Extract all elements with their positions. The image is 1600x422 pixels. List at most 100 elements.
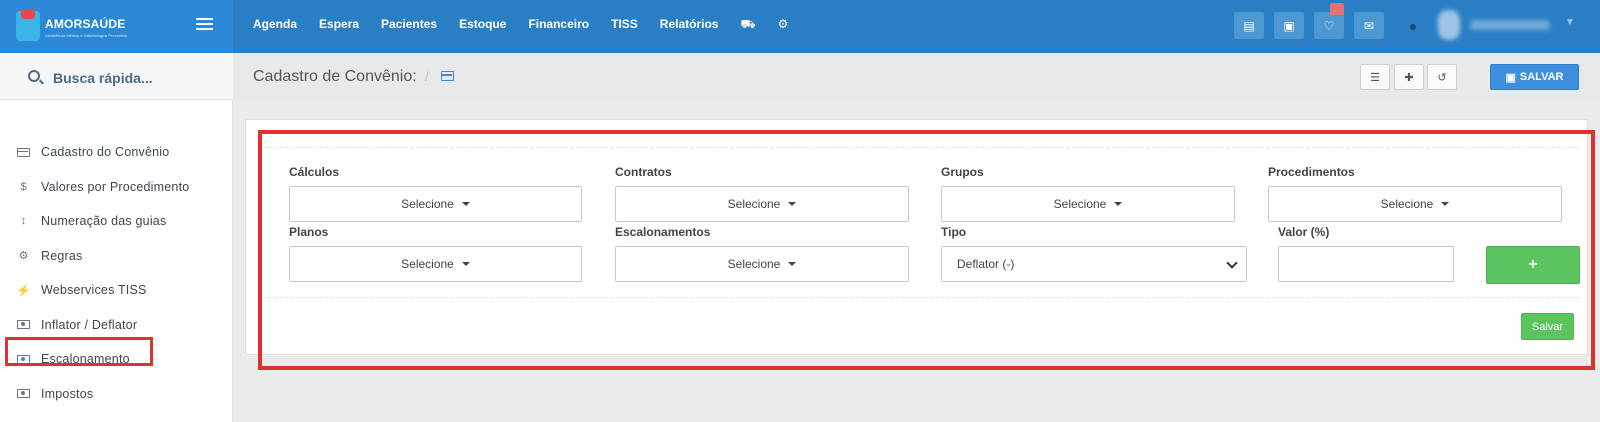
sort-numeric-icon: ↕ <box>20 215 27 228</box>
sidebar-item-regras[interactable]: ⚙ Regras <box>0 239 233 274</box>
sidebar-item-label: Cadastro do Convênio <box>41 145 170 160</box>
procedimentos-select[interactable]: Selecione <box>1268 186 1562 222</box>
sidebar: Busca rápida... Cadastro do Convênio $ V… <box>0 53 233 422</box>
search-input[interactable]: Busca rápida... <box>53 70 153 86</box>
divider <box>265 297 1580 298</box>
sidebar-item-escalonamento[interactable]: Escalonamento <box>0 342 233 377</box>
chevron-down-icon[interactable]: ▼ <box>1565 17 1575 28</box>
main-nav: Agenda Espera Pacientes Estoque Financei… <box>253 17 810 33</box>
sidebar-item-inflator[interactable]: Inflator / Deflator <box>0 308 233 343</box>
credit-card-icon <box>17 147 30 157</box>
planos-label: Planos <box>289 225 329 239</box>
brand-subtitle: Assistência Médica e Odontológica Preven… <box>45 33 128 38</box>
top-right-actions: ▤ ▣ ♡ ✉ <box>1234 3 1384 39</box>
valor-label: Valor (%) <box>1278 225 1330 239</box>
sidebar-item-numeracao[interactable]: ↕ Numeração das guias <box>0 204 233 239</box>
dollar-icon: $ <box>20 180 27 193</box>
sidebar-item-label: Numeração das guias <box>41 214 167 229</box>
floppy-icon: ▣ <box>1505 71 1516 84</box>
gear-icon[interactable]: ⚙ <box>778 17 789 33</box>
divider <box>265 147 1580 148</box>
nav-agenda[interactable]: Agenda <box>253 17 297 33</box>
nav-financeiro[interactable]: Financeiro <box>528 17 589 33</box>
database-icon[interactable]: ⛟ <box>740 17 755 33</box>
select-value: Selecione <box>401 257 454 271</box>
sidebar-item-webservices[interactable]: ⚡ Webservices TISS <box>0 273 233 308</box>
menu-toggle-icon[interactable] <box>196 18 213 32</box>
list-button[interactable]: ☰ <box>1360 64 1390 90</box>
page-title: Cadastro de Convênio: <box>253 68 417 85</box>
grupos-label: Grupos <box>941 165 984 179</box>
top-navbar: AMORSAÚDE Assistência Médica e Odontológ… <box>0 0 1600 53</box>
caret-down-icon <box>1114 202 1123 206</box>
planos-select[interactable]: Selecione <box>289 246 582 282</box>
sidebar-item-label: Valores por Procedimento <box>41 179 190 194</box>
quick-search[interactable]: Busca rápida... <box>0 53 233 100</box>
sidebar-item-label: Regras <box>41 248 83 263</box>
grupos-select[interactable]: Selecione <box>941 186 1235 222</box>
brand-name: AMORSAÚDE <box>45 17 126 31</box>
calculos-select[interactable]: Selecione <box>289 186 582 222</box>
caret-down-icon <box>461 202 470 206</box>
inbox-icon[interactable]: ▤ <box>1234 12 1264 39</box>
form-save-button[interactable]: Salvar <box>1521 313 1574 340</box>
tipo-label: Tipo <box>941 225 967 239</box>
sidebar-item-label: Escalonamento <box>41 352 130 367</box>
plus-icon: + <box>1528 256 1538 273</box>
sidebar-item-label: Impostos <box>41 386 94 401</box>
nav-pacientes[interactable]: Pacientes <box>381 17 437 33</box>
money-icon <box>17 389 30 399</box>
user-name-blurred[interactable] <box>1470 20 1550 30</box>
select-value: Selecione <box>1380 197 1434 211</box>
chevron-down-icon <box>1226 257 1238 269</box>
gears-icon: ⚙ <box>18 250 29 263</box>
money-icon <box>17 354 30 364</box>
select-value: Selecione <box>401 197 454 211</box>
sidebar-item-impostos[interactable]: Impostos <box>0 377 233 412</box>
contratos-select[interactable]: Selecione <box>615 186 909 222</box>
breadcrumb-separator: / <box>425 69 429 84</box>
tipo-value: Deflator (-) <box>957 257 1015 271</box>
add-row-button[interactable]: + <box>1486 246 1580 284</box>
select-value: Selecione <box>727 257 781 271</box>
add-button[interactable]: ✚ <box>1394 64 1424 90</box>
history-button[interactable]: ↺ <box>1427 64 1457 90</box>
avatar[interactable] <box>1438 10 1460 40</box>
sidebar-menu: Cadastro do Convênio $ Valores por Proce… <box>0 135 233 411</box>
contratos-label: Contratos <box>615 165 672 179</box>
sidebar-item-valores[interactable]: $ Valores por Procedimento <box>0 170 233 205</box>
bell-icon[interactable]: ♡ <box>1314 3 1344 39</box>
credit-card-icon <box>441 71 454 81</box>
status-dot <box>1410 24 1416 30</box>
nav-espera[interactable]: Espera <box>319 17 359 33</box>
chat-icon[interactable]: ✉ <box>1354 12 1384 39</box>
select-value: Selecione <box>1053 197 1107 211</box>
sidebar-item-label: Webservices TISS <box>41 283 147 298</box>
history-icon: ↺ <box>1437 71 1447 84</box>
save-button-label: SALVAR <box>1519 71 1564 83</box>
nav-estoque[interactable]: Estoque <box>459 17 506 33</box>
form-save-label: Salvar <box>1531 320 1564 333</box>
save-button[interactable]: ▣ SALVAR <box>1490 64 1579 90</box>
sidebar-item-cadastro[interactable]: Cadastro do Convênio <box>0 135 233 170</box>
escalonamentos-select[interactable]: Selecione <box>615 246 909 282</box>
caret-down-icon <box>788 262 797 266</box>
plus-icon: ✚ <box>1404 71 1414 84</box>
id-card-icon[interactable]: ▣ <box>1274 12 1304 39</box>
sidebar-item-label: Inflator / Deflator <box>41 317 138 332</box>
procedimentos-label: Procedimentos <box>1268 165 1355 179</box>
caret-down-icon <box>1441 202 1450 206</box>
notification-badge <box>1330 3 1344 15</box>
caret-down-icon <box>461 262 470 266</box>
money-icon <box>17 320 30 330</box>
nav-relatorios[interactable]: Relatórios <box>660 17 719 33</box>
form-panel <box>245 119 1588 355</box>
nav-tiss[interactable]: TISS <box>611 17 638 33</box>
valor-input[interactable] <box>1278 246 1454 282</box>
select-value: Selecione <box>727 197 781 211</box>
tipo-select[interactable]: Deflator (-) <box>941 246 1247 282</box>
caret-down-icon <box>788 202 797 206</box>
page-header: Cadastro de Convênio: / ☰ ✚ ↺ ▣ SALVAR <box>233 53 1600 100</box>
calculos-label: Cálculos <box>289 165 340 179</box>
brand-area[interactable]: AMORSAÚDE Assistência Médica e Odontológ… <box>0 0 233 53</box>
